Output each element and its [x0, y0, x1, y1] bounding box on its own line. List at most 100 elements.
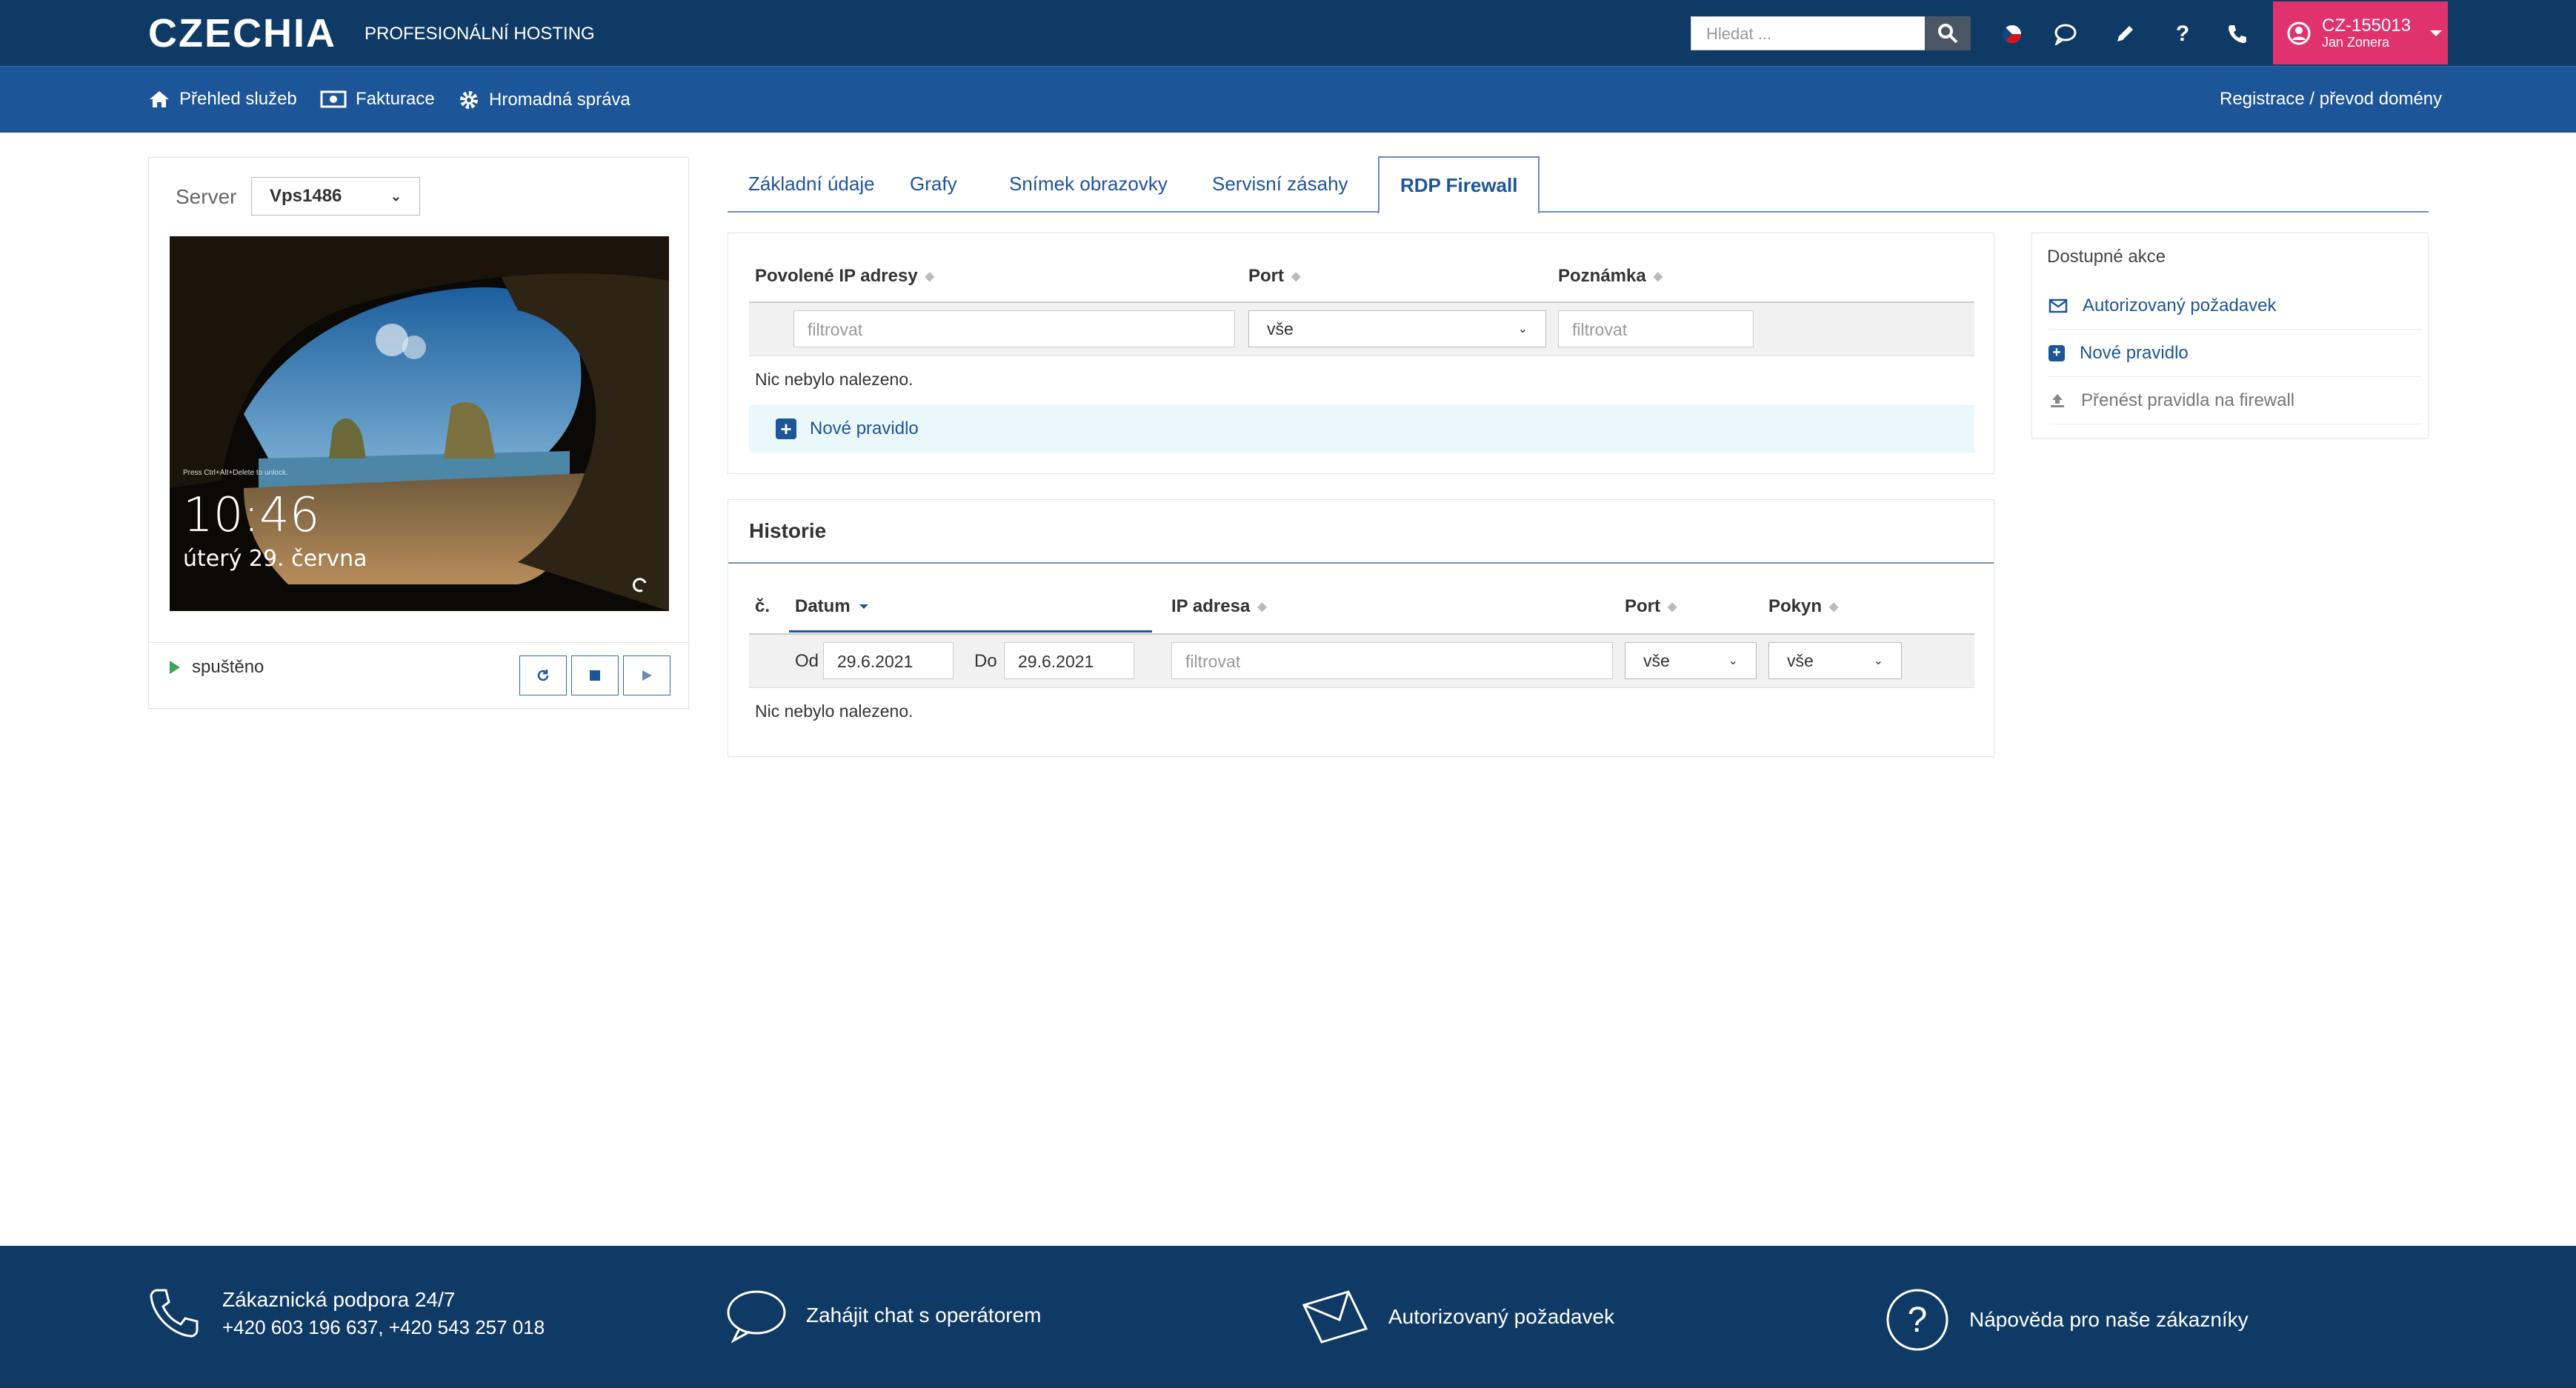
filter-note-input[interactable]: filtrovat	[1558, 310, 1754, 347]
domain-registration-link[interactable]: Registrace / převod domény	[2220, 89, 2442, 110]
pencil-icon	[2117, 26, 2133, 41]
filter-command-select[interactable]: vše ⌄	[1768, 642, 1902, 679]
footer-authorized-request[interactable]: Autorizovaný požadavek	[1301, 1287, 1614, 1347]
action-label: Přenést pravidla na firewall	[2081, 390, 2295, 410]
lockscreen-hint: Press Ctrl+Alt+Delete to unlock.	[183, 469, 288, 477]
new-rule-label: Nové pravidlo	[810, 418, 919, 438]
column-header-label: Port	[1625, 596, 1660, 616]
authorized-label: Autorizovaný požadavek	[1388, 1305, 1615, 1328]
action-new-rule[interactable]: + Nové pravidlo	[2049, 330, 2422, 377]
tab-basic-info[interactable]: Základní údaje	[728, 156, 896, 213]
column-header-ip[interactable]: IP adresa ◆	[1171, 596, 1267, 617]
server-screenshot[interactable]: Press Ctrl+Alt+Delete to unlock. 10:46 ú…	[170, 236, 669, 611]
czech-flag-icon	[2002, 25, 2021, 43]
caret-down-icon	[2430, 30, 2443, 36]
to-label: Do	[974, 651, 997, 671]
chat-icon	[727, 1290, 786, 1344]
start-button[interactable]	[623, 655, 670, 695]
new-rule-button[interactable]: + Nové pravidlo	[749, 405, 1974, 453]
server-label: Server	[176, 185, 237, 208]
restart-button[interactable]	[519, 655, 567, 695]
empty-message: Nic nebylo nalezeno.	[755, 701, 913, 721]
help-icon[interactable]: ?	[2168, 19, 2197, 49]
brand-logo[interactable]: CZECHIA	[148, 10, 336, 56]
support-title: Zákaznická podpora 24/7	[222, 1287, 456, 1311]
active-sort-underline	[789, 630, 1152, 633]
filter-port-select[interactable]: vše ⌄	[1625, 642, 1757, 679]
phone-icon[interactable]	[2223, 19, 2252, 49]
restart-icon	[537, 670, 549, 681]
stop-button[interactable]	[571, 655, 619, 695]
nav-item-billing[interactable]: Fakturace	[320, 89, 435, 110]
server-select[interactable]: Vps1486 ⌄	[251, 177, 420, 216]
brand-tagline: PROFESIONÁLNÍ HOSTING	[365, 24, 595, 44]
filter-port-value: vše	[1643, 650, 1670, 670]
from-label: Od	[795, 651, 819, 671]
tab-screenshot[interactable]: Snímek obrazovky	[988, 156, 1188, 213]
footer: Zákaznická podpora 24/7 +420 603 196 637…	[0, 1246, 2576, 1388]
play-icon	[642, 670, 652, 681]
lockscreen-time: 10:46	[183, 488, 320, 543]
column-header-number: č.	[755, 596, 770, 617]
server-status-text: spuštěno	[192, 657, 264, 677]
chat-icon[interactable]	[2051, 19, 2080, 49]
czech-flag-icon[interactable]	[1997, 19, 2027, 49]
footer-chat[interactable]: Zahájit chat s operátorem	[726, 1287, 1042, 1344]
chevron-down-icon: ⌄	[1728, 655, 1738, 667]
footer-support[interactable]: Zákaznická podpora 24/7 +420 603 196 637…	[145, 1284, 545, 1342]
tab-service[interactable]: Servisní zásahy	[1191, 156, 1369, 213]
column-header-ip[interactable]: Povolené IP adresy ◆	[755, 266, 934, 287]
filter-port-value: vše	[1267, 318, 1294, 338]
plus-icon: +	[776, 418, 796, 440]
column-header-note[interactable]: Poznámka ◆	[1558, 266, 1663, 287]
gear-icon	[460, 91, 478, 109]
actions-card: Dostupné akce Autorizovaný požadavek + N…	[2031, 233, 2429, 438]
tab-rdp-firewall[interactable]: RDP Firewall	[1378, 156, 1540, 214]
pencil-icon[interactable]	[2110, 19, 2140, 49]
chevron-down-icon: ⌄	[1517, 323, 1528, 336]
column-header-label: č.	[755, 596, 771, 616]
upload-icon	[2051, 393, 2064, 407]
user-icon	[2287, 21, 2311, 44]
history-title: Historie	[749, 519, 827, 542]
tab-graphs[interactable]: Grafy	[889, 156, 978, 213]
nav-item-services[interactable]: Přehled služeb	[148, 89, 297, 110]
tab-bar: Základní údaje Grafy Snímek obrazovky Se…	[728, 156, 2429, 214]
home-icon	[150, 91, 169, 107]
filter-port-select[interactable]: vše ⌄	[1248, 310, 1546, 347]
filter-ip-input[interactable]: filtrovat	[793, 310, 1235, 347]
column-header-label: Pokyn	[1768, 596, 1823, 616]
chat-icon	[2054, 24, 2077, 45]
plus-square-icon: +	[2049, 344, 2065, 361]
server-panel: Server Vps1486 ⌄ Press Ctrl+Alt+Delete t…	[148, 157, 690, 709]
history-card: Historie č. Datum IP adresa ◆ Port ◆ Pok…	[728, 499, 1994, 757]
filter-ip-input[interactable]: filtrovat	[1171, 642, 1613, 679]
column-header-date[interactable]: Datum	[795, 596, 870, 617]
footer-help[interactable]: ? Nápověda pro naše zákazníky	[1885, 1287, 2249, 1352]
search-button[interactable]	[1925, 16, 1971, 50]
filter-command-value: vše	[1787, 650, 1814, 670]
stop-icon	[590, 670, 600, 681]
support-phones: +420 603 196 637, +420 543 257 018	[222, 1315, 545, 1338]
column-header-port[interactable]: Port ◆	[1625, 596, 1677, 617]
column-header-command[interactable]: Pokyn ◆	[1768, 596, 1838, 617]
envelope-icon	[1302, 1290, 1368, 1344]
action-push-rules[interactable]: Přenést pravidla na firewall	[2049, 377, 2422, 424]
user-id: CZ-155013	[2322, 16, 2412, 36]
date-to-input[interactable]: 29.6.2021	[1004, 642, 1134, 679]
column-header-label: IP adresa	[1171, 596, 1251, 616]
sort-icon: ◆	[1653, 270, 1663, 283]
action-label: Nové pravidlo	[2080, 342, 2189, 363]
lockscreen-date: úterý 29. června	[183, 546, 367, 572]
action-authorized-request[interactable]: Autorizovaný požadavek	[2049, 282, 2422, 330]
action-label: Autorizovaný požadavek	[2083, 295, 2277, 316]
chevron-down-icon: ⌄	[1873, 655, 1883, 667]
date-from-input[interactable]: 29.6.2021	[823, 642, 953, 679]
help-label: Nápověda pro naše zákazníky	[1969, 1308, 2249, 1331]
phone-icon	[150, 1289, 199, 1338]
nav-label: Fakturace	[356, 89, 435, 109]
column-header-port[interactable]: Port ◆	[1248, 266, 1300, 287]
user-menu[interactable]: CZ-155013 Jan Zonera	[2273, 1, 2448, 64]
nav-item-bulk[interactable]: Hromadná správa	[458, 89, 630, 111]
sort-desc-icon	[859, 604, 868, 609]
